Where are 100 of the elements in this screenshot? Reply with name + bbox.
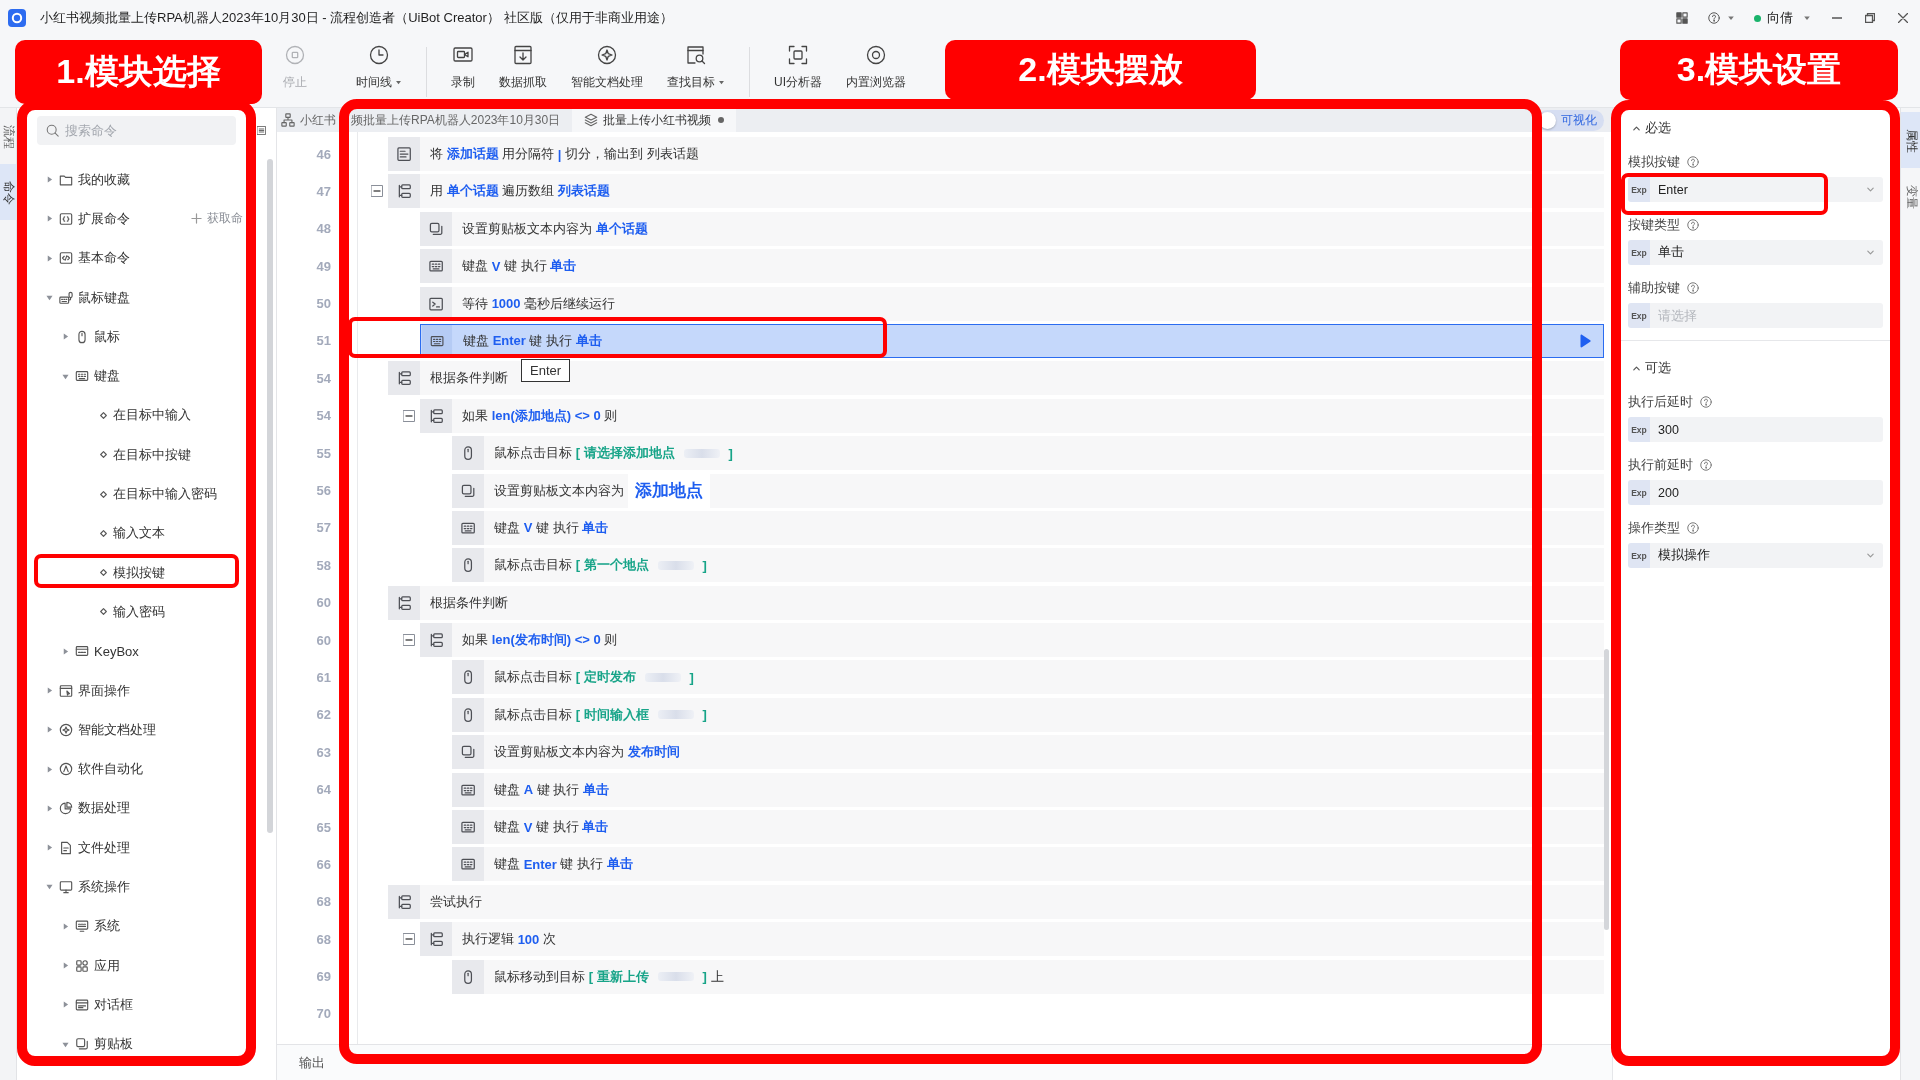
side-tab[interactable]: 命令 bbox=[0, 164, 16, 220]
caret-down-icon[interactable] bbox=[62, 1040, 69, 1048]
command-row[interactable]: 如果 len(发布时间) <> 0 则 bbox=[420, 623, 1604, 658]
command-category[interactable]: 鼠标 bbox=[17, 317, 267, 357]
toolbar-button[interactable]: 数据抓取 bbox=[493, 45, 553, 91]
command-category[interactable]: 界面操作 bbox=[17, 670, 267, 711]
caret-right-icon[interactable] bbox=[62, 333, 69, 341]
dropdown-field[interactable]: 模拟操作 bbox=[1650, 543, 1883, 568]
help-icon[interactable] bbox=[1700, 396, 1712, 408]
command-category[interactable]: 系统 bbox=[17, 906, 267, 946]
caret-down-icon[interactable] bbox=[46, 883, 53, 891]
scrollbar-thumb[interactable] bbox=[1604, 649, 1609, 930]
expression-tag[interactable]: Exp bbox=[1628, 480, 1650, 505]
command-row[interactable]: 键盘 V 键 执行 单击 bbox=[452, 510, 1604, 545]
command-row[interactable]: 设置剪贴板文本内容为 发布时间 bbox=[452, 735, 1604, 770]
command-category[interactable]: 应用 bbox=[17, 945, 267, 986]
expression-tag[interactable]: Exp bbox=[1628, 417, 1650, 442]
command-row[interactable]: 将 添加话题 用分隔符 | 切分，输出到 列表话题 bbox=[388, 137, 1604, 171]
command-row[interactable]: 用 单个话题 遍历数组 列表话题 bbox=[388, 174, 1604, 209]
command-category[interactable]: 软件自动化 bbox=[17, 749, 267, 789]
play-icon[interactable] bbox=[1579, 333, 1591, 348]
caret-right-icon[interactable] bbox=[62, 647, 69, 655]
user-name[interactable]: 向倩 bbox=[1767, 9, 1793, 27]
side-tab[interactable]: 流程 bbox=[0, 108, 16, 164]
document-tab[interactable]: 批量上传小红书视频 bbox=[572, 108, 737, 132]
tab-title[interactable]: 小红书 bbox=[300, 111, 336, 129]
command-row[interactable]: 尝试执行 bbox=[388, 884, 1604, 919]
command-row[interactable]: 键盘 Enter 键 执行 单击 bbox=[420, 323, 1604, 358]
command-row[interactable]: 鼠标移动到目标 [ 重新上传 ] 上 bbox=[452, 959, 1604, 994]
command-row[interactable]: 键盘 V 键 执行 单击 bbox=[420, 249, 1604, 284]
close-icon[interactable] bbox=[1898, 13, 1908, 23]
help-icon[interactable] bbox=[1708, 12, 1720, 24]
caret-right-icon[interactable] bbox=[62, 1001, 69, 1009]
section-header[interactable]: 可选 bbox=[1628, 358, 1883, 378]
expression-tag[interactable]: Exp bbox=[1628, 177, 1650, 202]
command-item[interactable]: 输入文本 bbox=[17, 513, 267, 553]
command-row[interactable]: 如果 len(添加地点) <> 0 则 bbox=[420, 398, 1604, 433]
expression-tag[interactable]: Exp bbox=[1628, 240, 1650, 265]
caret-down-icon[interactable] bbox=[62, 372, 69, 380]
command-row[interactable]: 鼠标点击目标 [ 时间输入框 ] bbox=[452, 697, 1604, 732]
toolbar-button[interactable]: 录制 bbox=[445, 45, 481, 91]
input-field[interactable]: 300 bbox=[1650, 417, 1883, 442]
command-category[interactable]: 对话框 bbox=[17, 985, 267, 1025]
command-row[interactable]: 鼠标点击目标 [ 定时发布 ] bbox=[452, 660, 1604, 695]
minus-box-icon[interactable] bbox=[403, 634, 415, 647]
caret-right-icon[interactable] bbox=[46, 176, 53, 184]
command-item[interactable]: 在目标中按键 bbox=[17, 435, 267, 475]
command-category[interactable]: 我的收藏 bbox=[17, 160, 267, 200]
caret-right-icon[interactable] bbox=[62, 922, 69, 930]
toolbar-button[interactable]: UI分析器 bbox=[768, 45, 828, 91]
restore-icon[interactable] bbox=[1865, 13, 1875, 23]
scrollbar-thumb[interactable] bbox=[267, 159, 273, 833]
command-category[interactable]: KeyBox bbox=[17, 631, 267, 671]
help-icon[interactable] bbox=[1687, 282, 1699, 294]
command-category[interactable]: 文件处理 bbox=[17, 828, 267, 868]
command-category[interactable]: 数据处理 bbox=[17, 788, 267, 829]
command-row[interactable]: 键盘 V 键 执行 单击 bbox=[452, 810, 1604, 845]
command-category[interactable]: 智能文档处理 bbox=[17, 710, 267, 750]
caret-down-icon[interactable] bbox=[46, 294, 53, 302]
caret-right-icon[interactable] bbox=[46, 804, 53, 812]
command-category[interactable]: 剪贴板 bbox=[17, 1024, 267, 1064]
caret-right-icon[interactable] bbox=[46, 215, 53, 223]
minus-box-icon[interactable] bbox=[403, 933, 415, 946]
caret-right-icon[interactable] bbox=[46, 844, 53, 852]
command-item[interactable]: 在目标中输入密码 bbox=[17, 474, 267, 514]
dropdown-field[interactable]: Enter bbox=[1650, 177, 1883, 202]
command-row[interactable]: 根据条件判断 bbox=[388, 585, 1604, 620]
command-row[interactable]: 鼠标点击目标 [ 第一个地点 ] bbox=[452, 548, 1604, 583]
help-icon[interactable] bbox=[1687, 522, 1699, 534]
command-item[interactable]: 在目标中输入 bbox=[17, 395, 267, 436]
command-category[interactable]: 基本命令 bbox=[17, 238, 267, 278]
caret-down-icon[interactable] bbox=[1727, 14, 1735, 22]
command-category[interactable]: 系统操作 bbox=[17, 867, 267, 907]
command-row[interactable]: 键盘 Enter 键 执行 单击 bbox=[452, 847, 1604, 882]
toolbar-button[interactable]: 时间线 bbox=[350, 45, 408, 91]
toolbar-button[interactable]: 查找目标 bbox=[661, 45, 731, 91]
input-field[interactable]: 200 bbox=[1650, 480, 1883, 505]
command-row[interactable]: 键盘 A 键 执行 单击 bbox=[452, 772, 1604, 807]
search-field[interactable]: 搜索命令 bbox=[37, 116, 236, 145]
caret-right-icon[interactable] bbox=[46, 726, 53, 734]
command-category[interactable]: 键盘 bbox=[17, 356, 267, 396]
minus-box-icon[interactable] bbox=[403, 409, 415, 422]
help-icon[interactable] bbox=[1700, 459, 1712, 471]
help-icon[interactable] bbox=[1687, 156, 1699, 168]
caret-down-icon[interactable] bbox=[1803, 14, 1811, 22]
get-commands-button[interactable]: 获取命 bbox=[191, 210, 243, 228]
tab-title[interactable]: 频批量上传RPA机器人2023年10月30日 bbox=[351, 111, 561, 129]
input-field[interactable]: 请选择 bbox=[1650, 303, 1883, 328]
command-row[interactable]: 执行逻辑 100 次 bbox=[420, 922, 1604, 957]
command-row[interactable]: 设置剪贴板文本内容为 添加地点 bbox=[452, 473, 1604, 508]
command-item[interactable]: 输入密码 bbox=[17, 592, 267, 632]
side-tab[interactable]: 属性 bbox=[1901, 112, 1920, 168]
output-tab[interactable]: 输出 bbox=[299, 1053, 325, 1072]
caret-right-icon[interactable] bbox=[46, 687, 53, 694]
layout-grid-icon[interactable] bbox=[1676, 12, 1688, 24]
command-category[interactable]: 扩展命令 获取命 bbox=[17, 199, 267, 239]
section-header[interactable]: 必选 bbox=[1628, 118, 1883, 138]
dropdown-field[interactable]: 单击 bbox=[1650, 240, 1883, 265]
command-row[interactable]: 鼠标点击目标 [ 请选择添加地点 ] bbox=[452, 436, 1604, 471]
list-box-icon[interactable] bbox=[257, 126, 266, 135]
